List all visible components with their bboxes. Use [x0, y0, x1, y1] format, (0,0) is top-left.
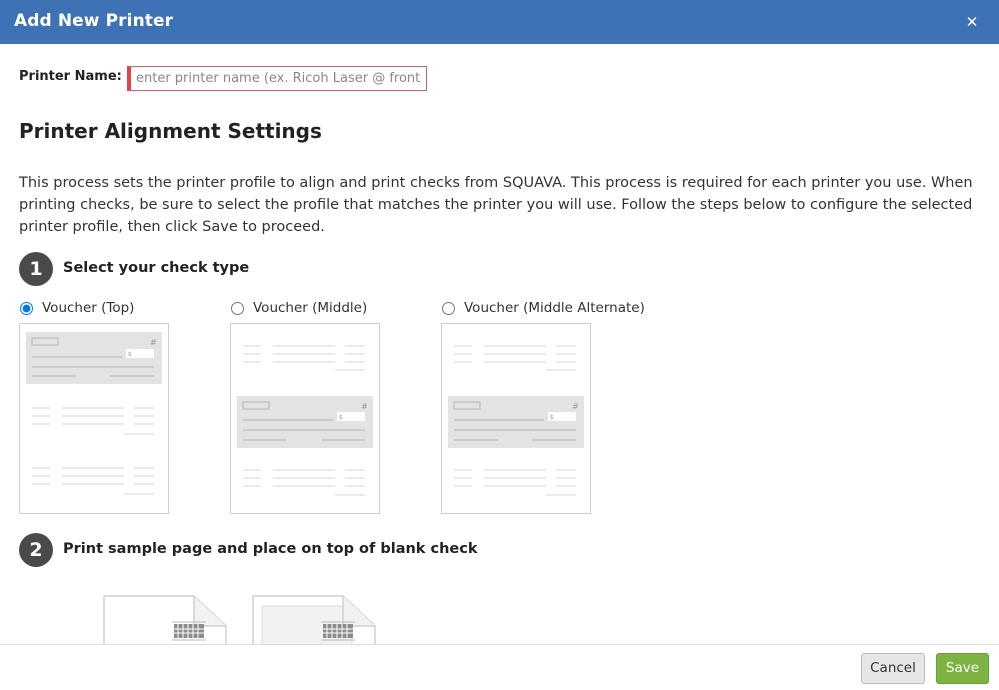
- svg-text:#: #: [150, 338, 157, 347]
- cancel-button[interactable]: Cancel: [861, 653, 925, 684]
- radio-voucher-top[interactable]: Voucher (Top): [19, 300, 134, 316]
- step-2-title: Print sample page and place on top of bl…: [63, 541, 478, 557]
- radio-voucher-middle[interactable]: Voucher (Middle): [230, 300, 367, 316]
- radio-voucher-middle-alt[interactable]: Voucher (Middle Alternate): [441, 300, 645, 316]
- svg-text:#: #: [361, 402, 368, 411]
- radio-voucher-top-input[interactable]: [20, 301, 33, 315]
- dialog-body: Printer Name: Printer Alignment Settings…: [0, 44, 999, 644]
- check-preview-voucher-top[interactable]: # $: [19, 323, 169, 514]
- sample-page-1-icon: [103, 595, 227, 644]
- dialog-header: Add New Printer ✕: [0, 0, 999, 44]
- section-title: Printer Alignment Settings: [19, 119, 322, 143]
- printer-name-label: Printer Name:: [19, 69, 122, 84]
- step-1-title: Select your check type: [63, 260, 250, 276]
- description-text: This process sets the printer profile to…: [19, 175, 973, 235]
- save-button[interactable]: Save: [936, 653, 989, 684]
- sample-page-illustration: [103, 595, 376, 644]
- svg-text:#: #: [572, 402, 579, 411]
- step-2-badge: 2: [19, 533, 53, 567]
- radio-voucher-middle-alt-input[interactable]: [442, 301, 455, 315]
- printer-name-input[interactable]: [127, 66, 427, 91]
- radio-voucher-middle-input[interactable]: [231, 301, 244, 315]
- check-preview-voucher-middle-alt[interactable]: # $: [441, 323, 591, 514]
- radio-voucher-top-label: Voucher (Top): [42, 300, 135, 316]
- check-preview-voucher-middle[interactable]: # $: [230, 323, 380, 514]
- radio-voucher-middle-alt-label: Voucher (Middle Alternate): [464, 300, 645, 316]
- svg-text:$: $: [339, 414, 343, 421]
- dialog-footer: Cancel Save: [0, 644, 999, 690]
- sample-page-2-icon: [252, 595, 376, 644]
- close-icon[interactable]: ✕: [965, 13, 979, 31]
- svg-text:$: $: [128, 351, 132, 358]
- step-1-badge: 1: [19, 252, 53, 286]
- dialog-title: Add New Printer: [14, 11, 174, 31]
- svg-text:$: $: [550, 414, 554, 421]
- radio-voucher-middle-label: Voucher (Middle): [253, 300, 368, 316]
